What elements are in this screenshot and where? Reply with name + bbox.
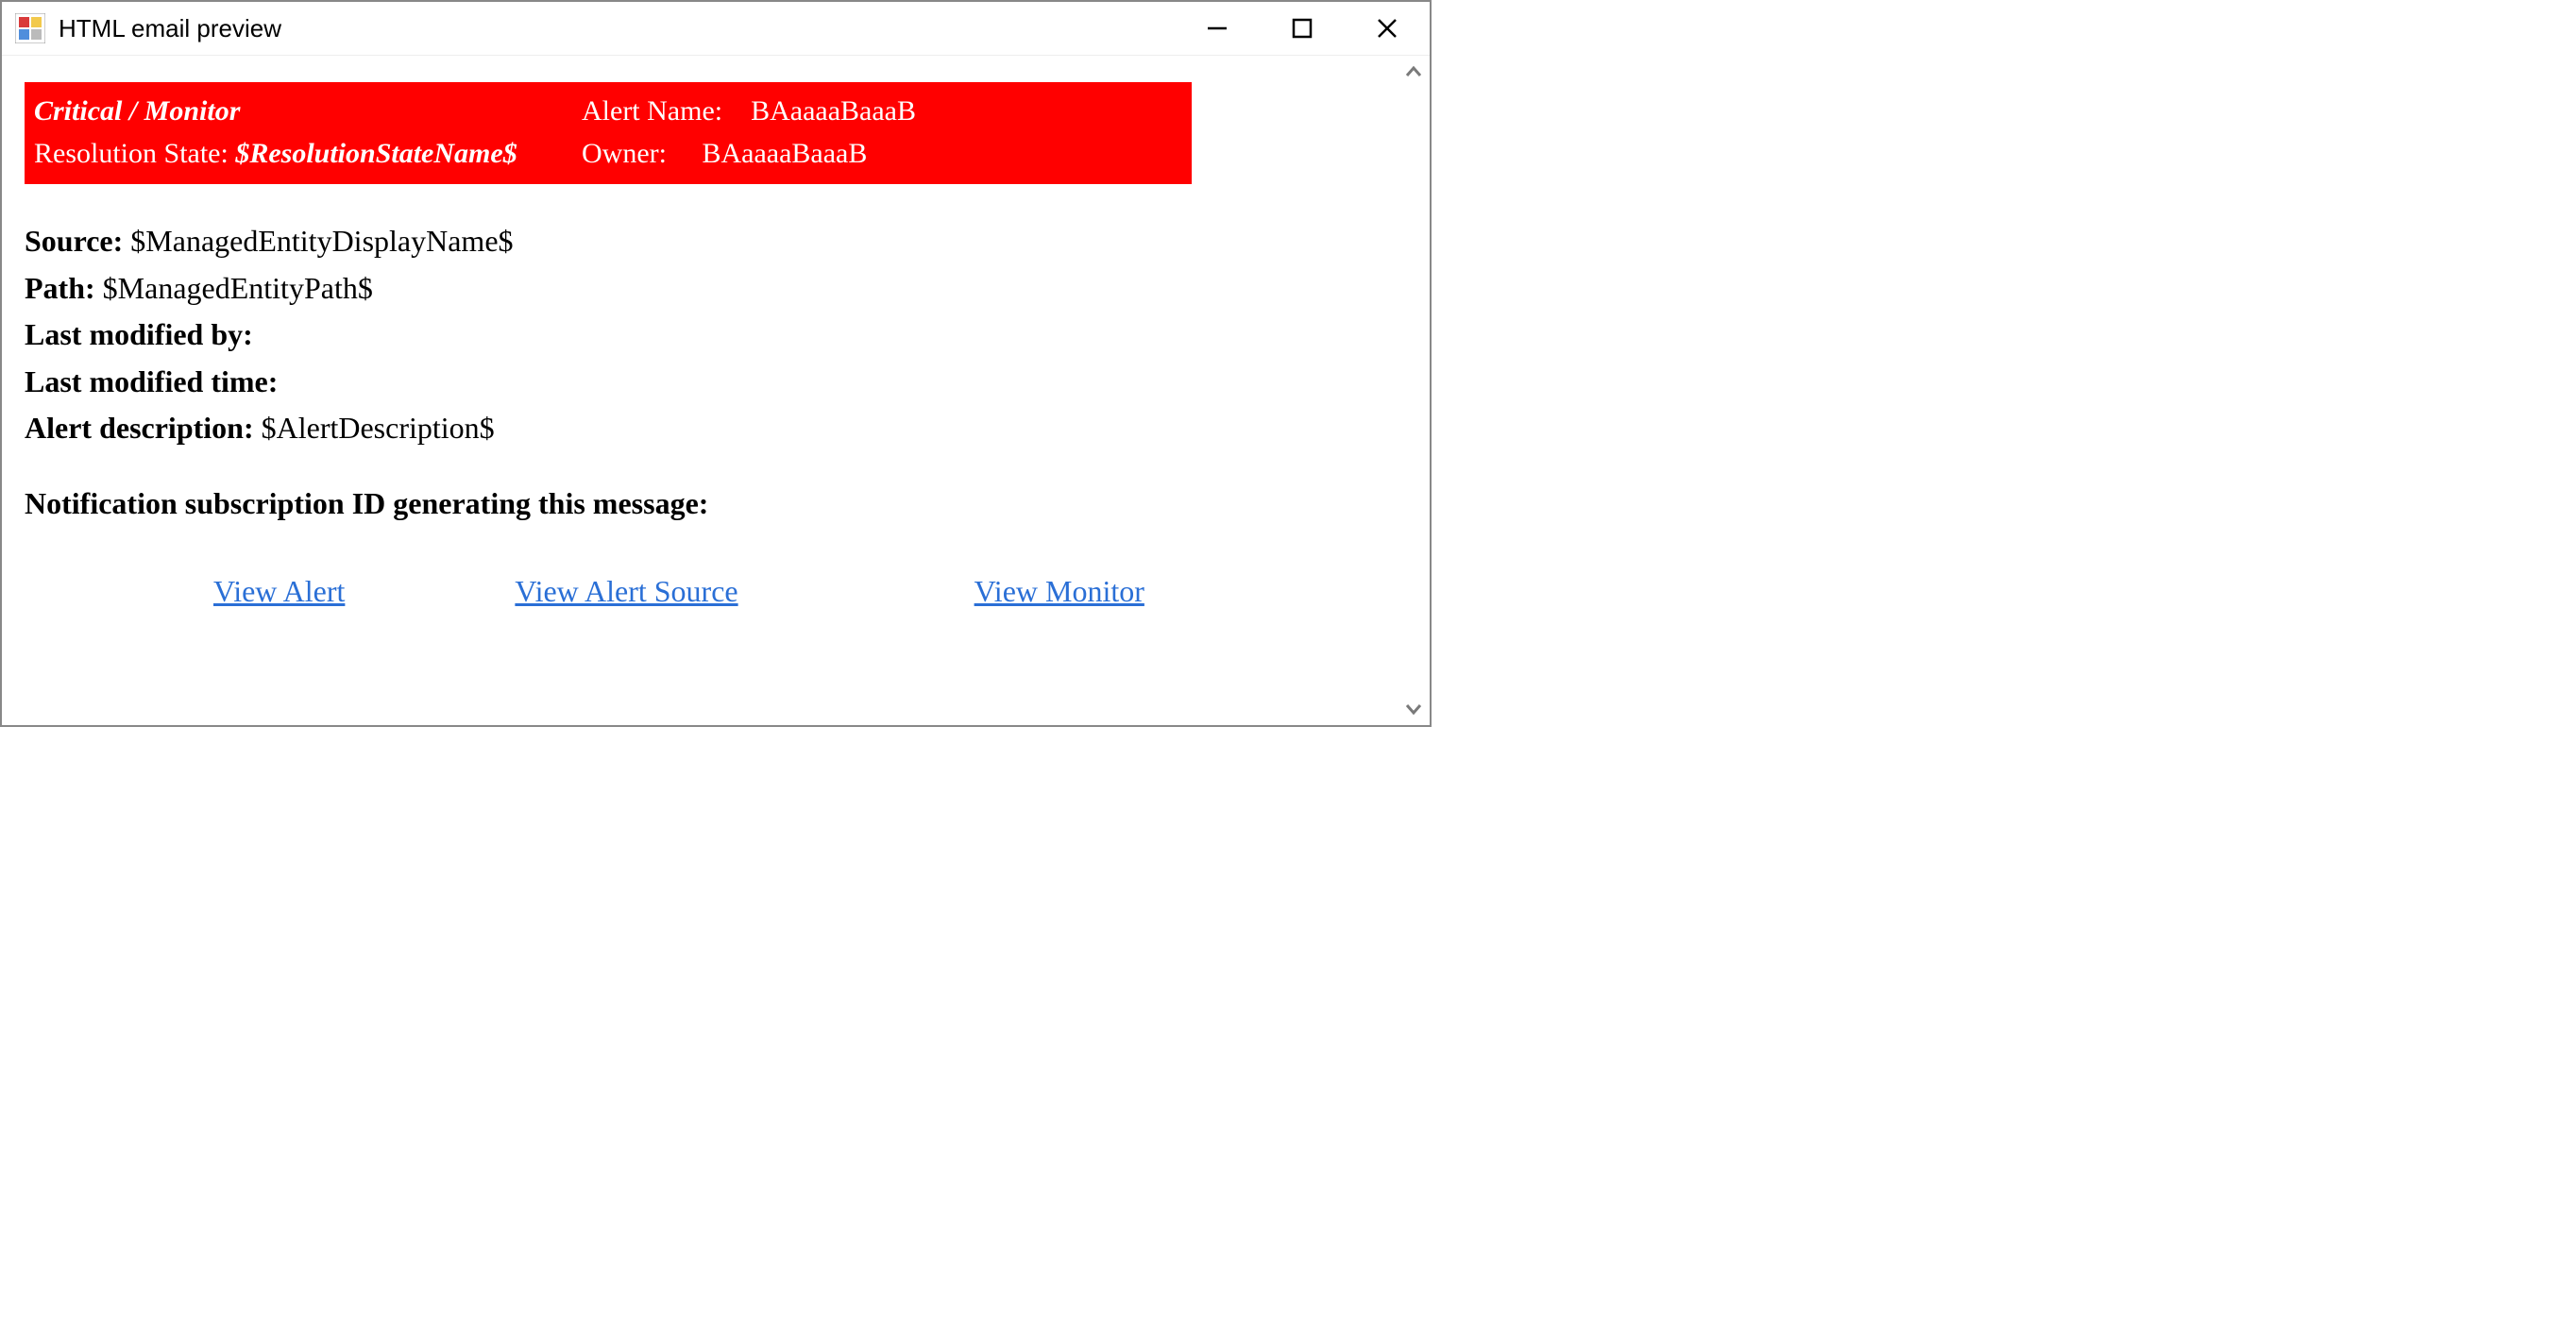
severity-source: Critical / Monitor <box>34 95 240 127</box>
source-value: $ManagedEntityDisplayName$ <box>130 224 513 258</box>
owner-label: Owner: <box>582 138 667 169</box>
email-preview-content: Critical / Monitor Alert Name: BAaaaaBaa… <box>2 56 1398 725</box>
app-icon <box>15 13 45 43</box>
close-button[interactable] <box>1345 2 1430 55</box>
client-area: Critical / Monitor Alert Name: BAaaaaBaa… <box>2 56 1430 725</box>
owner-value: BAaaaaBaaaB <box>702 138 867 169</box>
maximize-button[interactable] <box>1260 2 1345 55</box>
alert-description-label: Alert description: <box>25 411 254 445</box>
alert-body: Source: $ManagedEntityDisplayName$ Path:… <box>25 218 1398 452</box>
path-label: Path: <box>25 271 95 305</box>
view-alert-link[interactable]: View Alert <box>213 574 345 609</box>
resolution-state-label: Resolution State: <box>34 138 229 169</box>
alert-header-banner: Critical / Monitor Alert Name: BAaaaaBaa… <box>25 82 1192 184</box>
subscription-id-line: Notification subscription ID generating … <box>25 486 1398 521</box>
minimize-button[interactable] <box>1175 2 1260 55</box>
window-controls <box>1175 2 1430 55</box>
last-modified-time-label: Last modified time: <box>25 364 278 398</box>
view-alert-source-link[interactable]: View Alert Source <box>515 574 737 609</box>
window-frame: HTML email preview Critical / Monitor <box>0 0 1432 727</box>
alert-description-value: $AlertDescription$ <box>262 411 495 445</box>
scroll-up-arrow-icon[interactable] <box>1398 56 1430 88</box>
resolution-state-value: $ResolutionStateName$ <box>235 138 517 169</box>
window-title: HTML email preview <box>59 14 1175 43</box>
subscription-id-label: Notification subscription ID generating … <box>25 486 708 520</box>
source-label: Source: <box>25 224 123 258</box>
alert-name-value: BAaaaaBaaaB <box>751 95 916 127</box>
path-value: $ManagedEntityPath$ <box>103 271 373 305</box>
action-links-row: View Alert View Alert Source View Monito… <box>25 574 1398 609</box>
titlebar: HTML email preview <box>2 2 1430 56</box>
view-monitor-link[interactable]: View Monitor <box>974 574 1144 609</box>
alert-name-label: Alert Name: <box>582 95 722 127</box>
last-modified-by-label: Last modified by: <box>25 317 253 351</box>
scroll-down-arrow-icon[interactable] <box>1398 693 1430 725</box>
vertical-scrollbar[interactable] <box>1398 56 1430 725</box>
